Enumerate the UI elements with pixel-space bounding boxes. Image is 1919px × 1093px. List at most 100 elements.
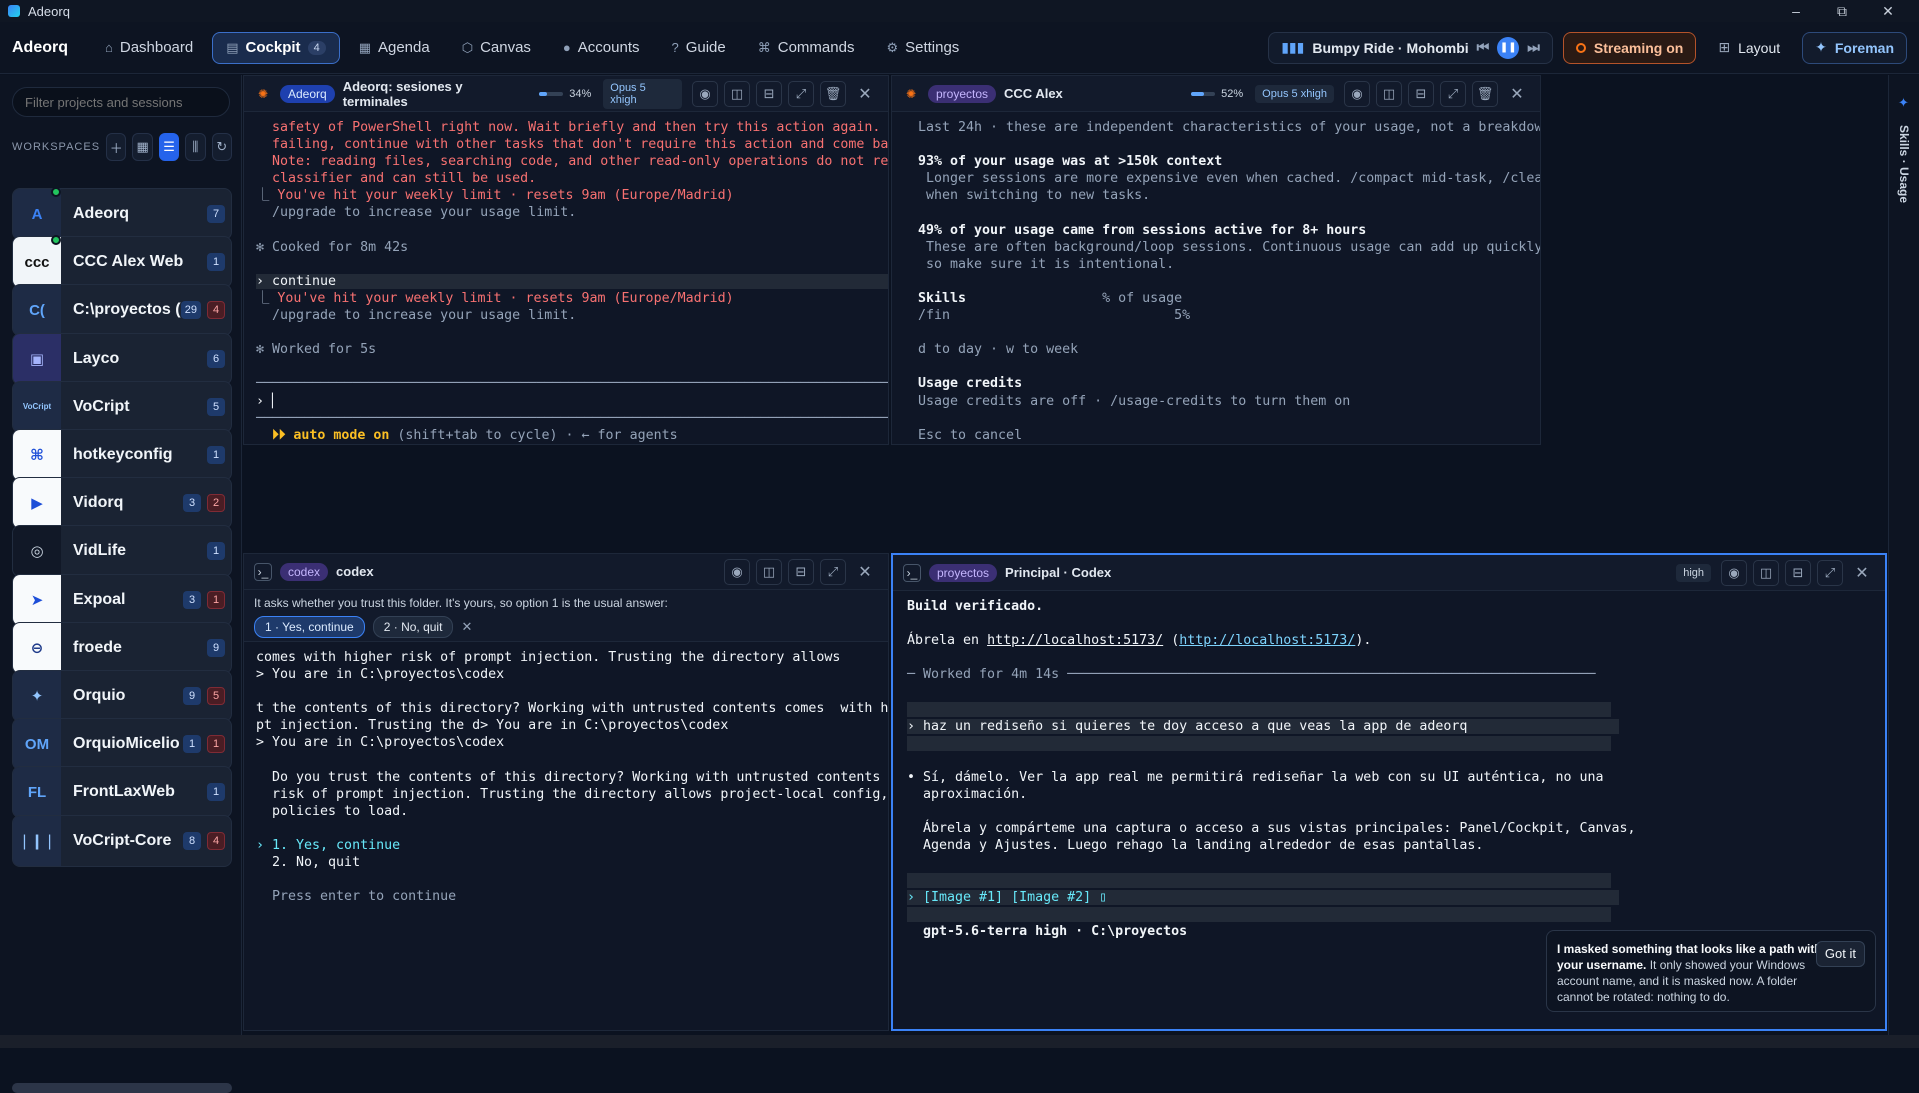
close-icon[interactable]: ✕ [1504,81,1530,107]
terminal-line: Usage credits are off · /usage-credits t… [918,393,1351,409]
tab-commands[interactable]: ⌘ Commands [745,32,868,64]
dismiss-icon[interactable]: ✕ [461,619,472,635]
yes-continue-button[interactable]: 1 · Yes, continue [254,616,365,638]
tab-guide[interactable]: ? Guide [658,32,738,64]
close-icon[interactable]: ✕ [852,81,878,107]
session-count-badge: 1 [207,253,225,272]
terminal-output[interactable]: Last 24h · these are independent charact… [892,113,1540,444]
tab-agenda[interactable]: ▦ Agenda [346,32,443,64]
tab-cockpit[interactable]: ▤ Cockpit 4 [212,31,340,64]
terminal-line: ✻ Cooked for 8m 42s [256,239,409,255]
refresh-icon[interactable]: ↻ [211,133,232,161]
project-item[interactable]: FL FrontLaxWeb 1 [12,766,232,819]
expand-icon[interactable]: ⤢ [1440,80,1466,107]
expand-icon[interactable]: ⤢ [820,558,846,585]
project-item[interactable]: A Adeorq 7 [12,187,232,240]
split-vertical-icon[interactable]: ◫ [756,558,782,585]
project-item[interactable]: ✦ Orquio 9 5 [12,670,232,722]
prev-track-icon[interactable]: ⏮ [1477,39,1490,56]
terminal-line: 49% of your usage came from sessions act… [918,222,1367,238]
pause-icon[interactable]: ❚❚ [1497,36,1520,59]
music-player[interactable]: ▮▮▮ Bumpy Ride · Mohombi ⏮ ❚❚ ⏭ [1268,31,1553,64]
layout-button[interactable]: ⊞ Layout [1706,32,1792,64]
streaming-button[interactable]: Streaming on [1562,31,1697,64]
split-vertical-icon[interactable]: ◫ [1753,559,1779,586]
terminal-line: 93% of your usage was at >150k context [918,154,1223,170]
model-badge[interactable]: Opus 5 xhigh [603,78,683,109]
project-item[interactable]: C(C:\proyectos (r...29 4 [12,284,232,337]
model-badge[interactable]: Opus 5 xhigh [1255,84,1334,103]
session-count-badge: 3 [183,494,201,513]
minimize-button[interactable]: – [1773,3,1819,20]
split-vertical-icon[interactable]: ◫ [1376,80,1402,107]
close-icon[interactable]: ✕ [852,559,878,585]
close-window-button[interactable]: ✕ [1865,3,1911,20]
expand-icon[interactable]: ⤢ [788,80,814,107]
eye-icon[interactable]: ◉ [692,80,719,107]
split-horizontal-icon[interactable]: ⊟ [1408,80,1434,107]
project-item[interactable]: ⊖ froede 9 [12,621,232,674]
terminal-pane-ccc-alex[interactable]: ✺ proyectos CCC Alex 52% Opus 5 xhigh ◉ … [891,75,1541,445]
terminal-pane-codex[interactable]: ›_ codex codex ◉ ◫ ⊟ ⤢ ✕ It asks whether… [243,553,889,1031]
project-item[interactable]: ❘❙❘ VoCript-Core 8 4 [12,814,232,867]
reasoning-level-badge[interactable]: high [1676,563,1711,582]
project-name: Vidorq [73,494,124,512]
track-title: Bumpy Ride · Mohombi [1312,39,1469,56]
terminal-output[interactable]: comes with higher risk of prompt injecti… [244,643,888,1030]
split-horizontal-icon[interactable]: ⊟ [1785,559,1811,586]
project-item[interactable]: OM OrquioMicelio 1 1 [12,718,232,771]
grid-view-icon[interactable]: ▦ [132,133,153,161]
project-item[interactable]: ▶ Vidorq 3 2 [12,477,232,530]
filter-input[interactable] [12,87,230,117]
next-track-icon[interactable]: ⏭ [1527,39,1540,56]
expand-icon[interactable]: ⤢ [1817,559,1843,586]
project-name: OrquioMicelio [73,735,180,753]
project-item[interactable]: ➤ Expoal 3 1 [12,573,232,626]
eye-icon[interactable]: ◉ [1344,80,1370,107]
project-item[interactable]: ccc CCC Alex Web 1 [12,235,232,289]
sidebar-scrollbar[interactable] [12,1083,232,1093]
column-view-icon[interactable]: ⫼ [185,133,206,161]
project-name: Layco [73,349,120,367]
split-horizontal-icon[interactable]: ⊟ [788,558,814,585]
pane-title: CCC Alex [1004,86,1063,101]
project-item[interactable]: ⌘ hotkeyconfig 1 [12,429,232,481]
tab-accounts[interactable]: ● Accounts [550,32,653,64]
split-horizontal-icon[interactable]: ⊟ [756,80,783,107]
skills-usage-tab[interactable]: Skills · Usage [1897,125,1911,203]
layout-icon: ⊞ [1718,39,1731,55]
eye-icon[interactable]: ◉ [1721,559,1747,586]
online-indicator [51,187,61,197]
tab-canvas[interactable]: ⬡ Canvas [449,32,544,64]
terminal-pane-adeorq[interactable]: ✺ Adeorq Adeorq: sesiones y terminales 3… [243,75,889,445]
terminal-line: aproximación. [907,787,1028,803]
close-icon[interactable]: ✕ [1849,560,1875,586]
sparkle-icon: ✦ [1815,39,1827,55]
sparkle-icon[interactable]: ✦ [1898,95,1909,111]
terminal-line: ────────────────────────────────────────… [256,376,888,392]
no-quit-button[interactable]: 2 · No, quit [372,616,454,638]
tab-settings[interactable]: ⚙ Settings [873,32,972,64]
project-item[interactable]: VoCript VoCript 5 [12,380,232,433]
eye-icon[interactable]: ◉ [724,558,750,585]
alert-count-badge: 5 [207,687,225,705]
list-view-icon[interactable]: ☰ [158,133,180,161]
tab-dashboard[interactable]: ⌂ Dashboard [92,32,206,64]
got-it-button[interactable]: Got it [1815,941,1865,967]
trash-icon[interactable]: 🗑 [820,80,846,107]
alert-count-badge: 4 [207,831,225,850]
maximize-button[interactable]: ⧉ [1819,3,1865,20]
project-item[interactable]: ◎ VidLife 1 [12,525,232,578]
foreman-button[interactable]: ✦ Foreman [1802,31,1907,64]
project-avatar: OM [13,719,61,770]
trash-icon[interactable]: 🗑 [1472,80,1498,107]
terminal-output[interactable]: safety of PowerShell right now. Wait bri… [244,113,888,444]
project-avatar: ✦ [13,671,61,721]
add-workspace-icon[interactable]: ＋ [106,133,127,161]
record-icon [1575,42,1586,53]
top-navigation: Adeorq ⌂ Dashboard ▤ Cockpit 4 ▦ Agenda ⬡ Canvas… [0,22,1919,74]
project-item[interactable]: ▣ Layco 6 [12,332,232,385]
split-vertical-icon[interactable]: ◫ [724,80,751,107]
